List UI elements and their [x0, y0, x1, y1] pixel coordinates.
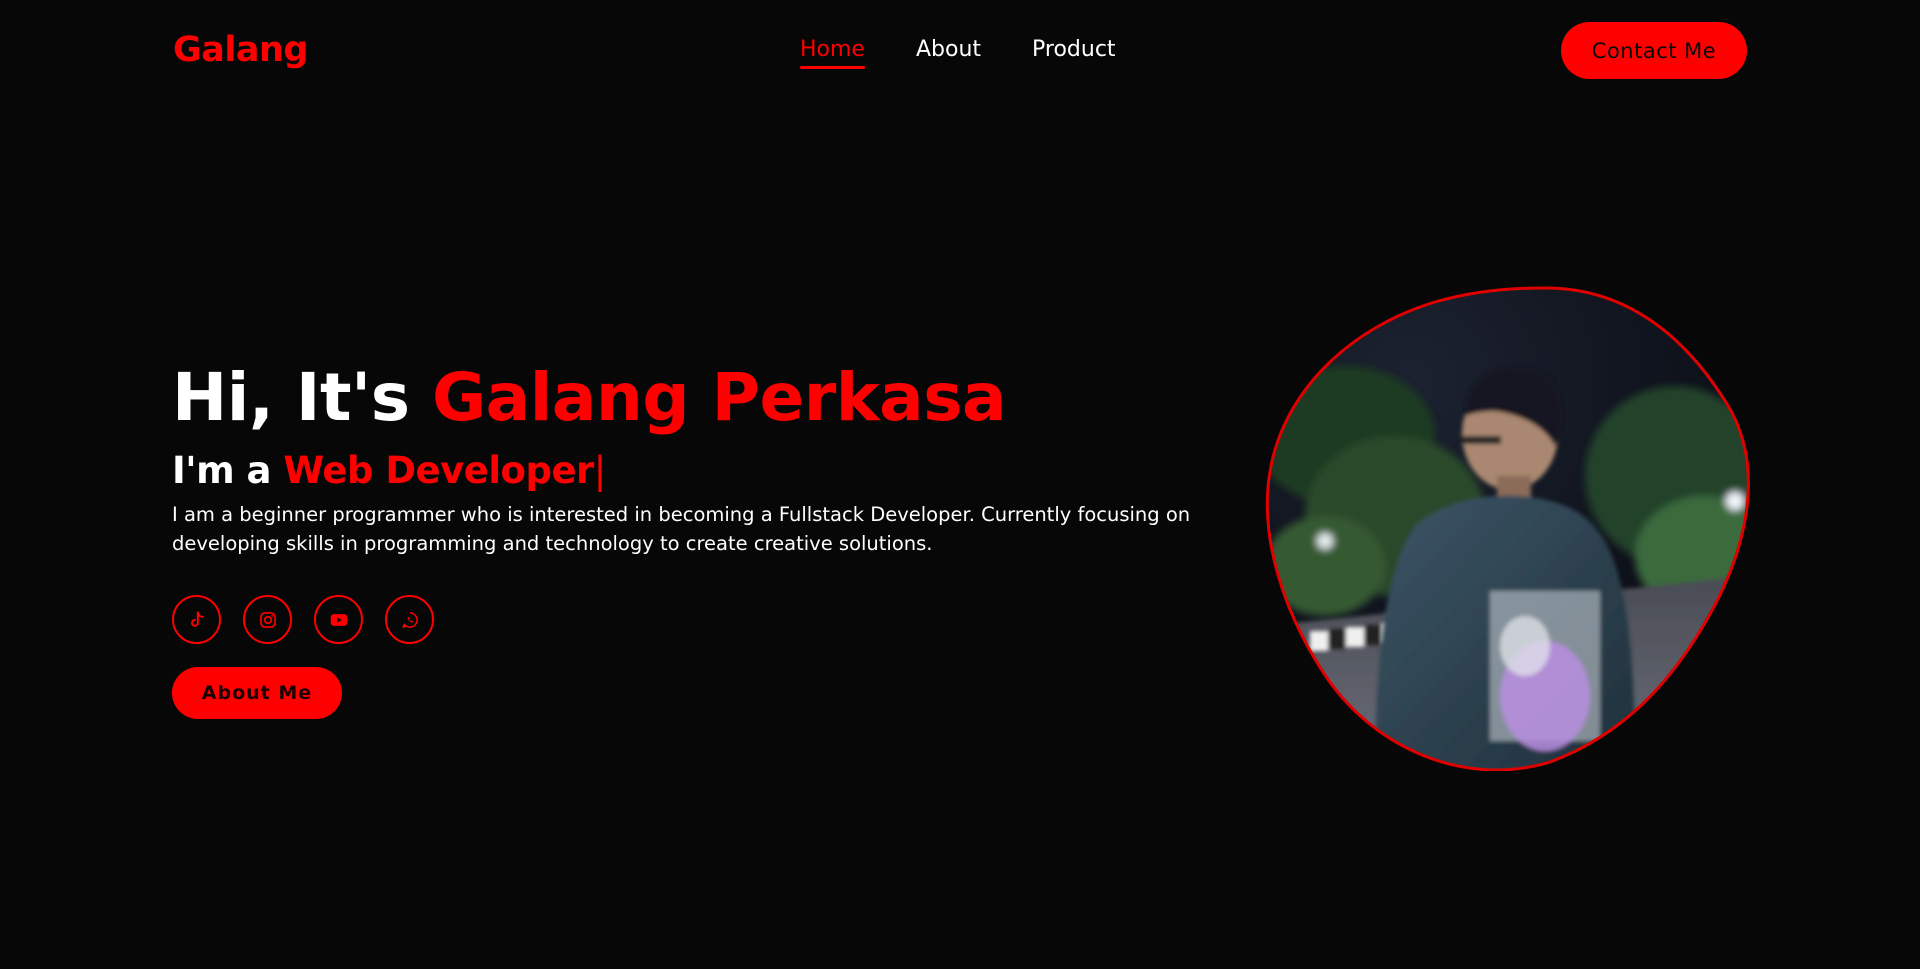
nav-product-link[interactable]: Product: [1032, 36, 1116, 64]
instagram-icon: [259, 611, 276, 628]
hero-title: Hi, It's Galang Perkasa: [172, 356, 1007, 440]
nav-home-link[interactable]: Home: [800, 36, 865, 69]
youtube-icon: [330, 613, 347, 626]
about-me-button[interactable]: About Me: [172, 667, 342, 719]
tiktok-link[interactable]: [172, 595, 221, 644]
hero-name: Galang Perkasa: [432, 359, 1007, 436]
instagram-link[interactable]: [243, 595, 292, 644]
main-nav: Home About Product: [800, 36, 1116, 69]
logo[interactable]: Galang: [173, 26, 308, 74]
youtube-link[interactable]: [314, 595, 363, 644]
role-prefix: I'm a: [172, 449, 272, 492]
social-links: [172, 595, 434, 644]
hero-greeting: Hi, It's: [172, 359, 410, 436]
hero-role: I'm a Web Developer|: [172, 446, 606, 496]
nav-about-link[interactable]: About: [916, 36, 981, 64]
whatsapp-link[interactable]: [385, 595, 434, 644]
contact-me-button[interactable]: Contact Me: [1561, 22, 1747, 79]
profile-photo-blob: [1265, 286, 1750, 771]
page: Galang Home About Product Contact Me Hi,…: [0, 0, 1920, 969]
typing-cursor: |: [593, 449, 606, 492]
profile-photo: [1265, 286, 1750, 771]
whatsapp-icon: [401, 611, 418, 628]
tiktok-icon: [190, 611, 204, 627]
role-text: Web Developer: [283, 449, 594, 492]
hero-description: I am a beginner programmer who is intere…: [172, 503, 1191, 555]
